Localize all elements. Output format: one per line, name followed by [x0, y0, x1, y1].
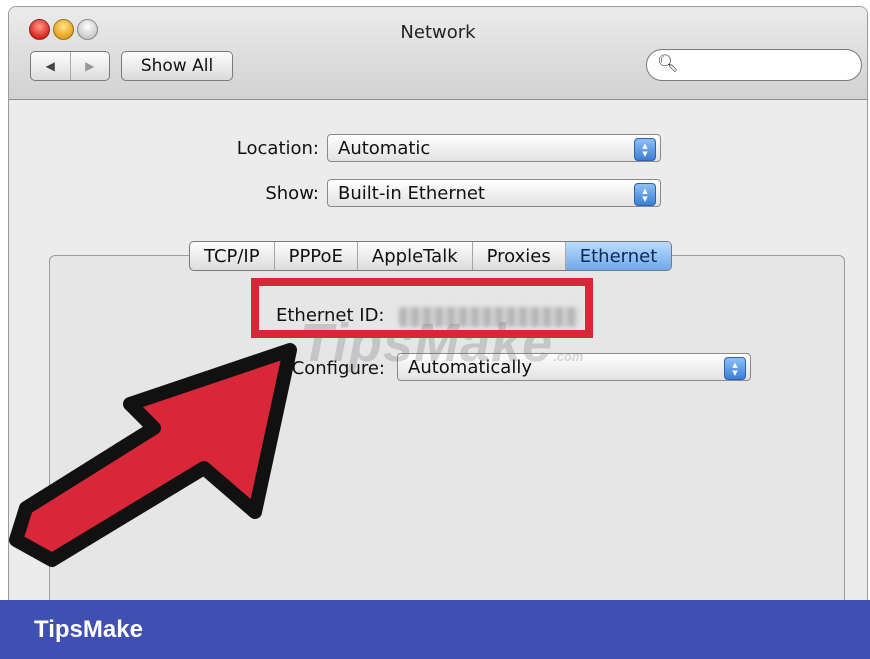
forward-arrow-icon[interactable]: ▶ — [69, 52, 110, 80]
show-all-button[interactable]: Show All — [121, 51, 233, 81]
popup-arrows-icon: ▲ ▼ — [634, 183, 656, 206]
location-label: Location: — [236, 138, 319, 159]
show-label: Show: — [265, 183, 319, 204]
tab-bar: TCP/IP PPPoE AppleTalk Proxies Ethernet — [189, 241, 673, 271]
popup-arrows-icon: ▲ ▼ — [634, 138, 656, 161]
tab-proxies[interactable]: Proxies — [471, 242, 565, 270]
location-popup[interactable]: Automatic ▲ ▼ — [327, 134, 661, 162]
toolbar: Network ◀ ▶ Show All 🔍︎ — [9, 7, 867, 100]
location-value: Automatic — [338, 137, 431, 159]
back-arrow-icon[interactable]: ◀ — [31, 52, 70, 80]
footer-brand: TipsMake — [34, 616, 143, 643]
back-forward-control[interactable]: ◀ ▶ — [30, 51, 110, 81]
show-value: Built-in Ethernet — [338, 182, 485, 204]
footer-banner: TipsMake — [0, 600, 870, 659]
highlight-box — [251, 278, 593, 338]
tab-tcpip[interactable]: TCP/IP — [190, 242, 274, 270]
search-icon: 🔍︎ — [657, 54, 679, 74]
tab-ethernet[interactable]: Ethernet — [564, 242, 672, 270]
popup-arrows-icon: ▲ ▼ — [724, 357, 746, 380]
window-title: Network — [400, 22, 476, 43]
tab-pppoe[interactable]: PPPoE — [273, 242, 357, 270]
search-field[interactable]: 🔍︎ — [646, 49, 862, 81]
tab-appletalk[interactable]: AppleTalk — [356, 242, 472, 270]
show-popup[interactable]: Built-in Ethernet ▲ ▼ — [327, 179, 661, 207]
